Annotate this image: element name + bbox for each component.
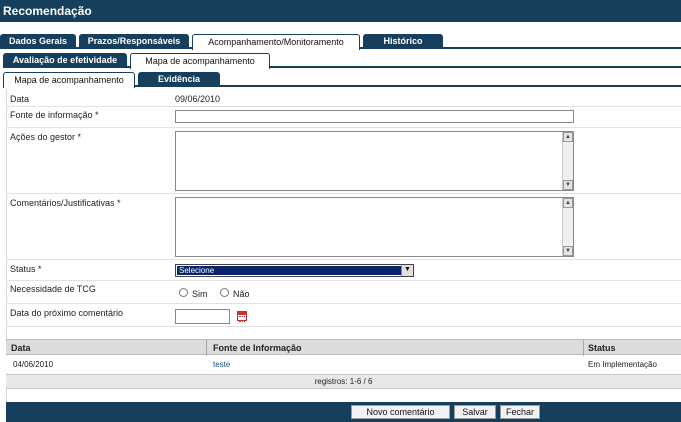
row-fonte: Fonte de informação * — [6, 107, 681, 128]
main-tabs: Dados Gerais Prazos/Responsáveis Acompan… — [0, 34, 681, 50]
inner-tabs: Mapa de acompanhamento Evidência — [3, 72, 681, 88]
table-header: Data Fonte de Informação Status — [6, 339, 681, 356]
row-tcg: Necessidade de TCG Sim Não — [6, 281, 681, 304]
scroll-up-icon[interactable]: ▲ — [563, 132, 573, 142]
tab-dados-gerais[interactable]: Dados Gerais — [0, 34, 76, 49]
comentarios-scrollbar[interactable]: ▲ ▼ — [562, 198, 573, 256]
row-proximo: Data do próximo comentário — [6, 304, 681, 327]
fechar-button[interactable]: Fechar — [500, 405, 540, 419]
header-fonte[interactable]: Fonte de Informação — [213, 343, 302, 353]
comentarios-label: Comentários/Justificativas * — [10, 198, 121, 208]
scroll-down-icon[interactable]: ▼ — [563, 180, 573, 190]
status-label: Status * — [10, 264, 42, 274]
status-select[interactable]: Selecione ▼ — [175, 264, 414, 277]
scroll-down-icon[interactable]: ▼ — [563, 246, 573, 256]
status-selected-value: Selecione — [177, 266, 401, 275]
column-divider — [583, 340, 584, 356]
proximo-date-input[interactable] — [175, 309, 230, 324]
acoes-textarea[interactable]: ▲ ▼ — [175, 131, 574, 191]
tcg-nao-label: Não — [233, 289, 250, 299]
table-row[interactable]: 04/06/2010 teste Em Implementação — [6, 356, 681, 373]
header-status[interactable]: Status — [588, 343, 616, 353]
comentarios-textarea[interactable]: ▲ ▼ — [175, 197, 574, 257]
window-title: Recomendação — [0, 0, 681, 22]
row-status: Status * Selecione ▼ — [6, 260, 681, 281]
tcg-label: Necessidade de TCG — [10, 284, 96, 294]
acoes-label: Ações do gestor * — [10, 132, 82, 142]
acoes-scrollbar[interactable]: ▲ ▼ — [562, 132, 573, 190]
action-bar: Novo comentário Salvar Fechar — [6, 402, 681, 422]
tcg-sim-label: Sim — [192, 289, 208, 299]
data-value: 09/06/2010 — [175, 94, 221, 104]
tab-acompanhamento-monitoramento[interactable]: Acompanhamento/Monitoramento — [192, 34, 360, 50]
tab-prazos-responsaveis[interactable]: Prazos/Responsáveis — [79, 34, 189, 49]
data-label: Data — [10, 94, 30, 104]
proximo-label: Data do próximo comentário — [10, 308, 124, 318]
tcg-nao-radio[interactable] — [220, 288, 229, 297]
row-status-cell: Em Implementação — [588, 360, 657, 369]
tab-evidencia[interactable]: Evidência — [138, 72, 220, 87]
fonte-input[interactable] — [175, 110, 574, 123]
column-divider — [206, 340, 207, 356]
row-comentarios: Comentários/Justificativas * ▲ ▼ — [6, 194, 681, 260]
row-data-cell: 04/06/2010 — [13, 360, 54, 369]
scroll-up-icon[interactable]: ▲ — [563, 198, 573, 208]
tcg-sim-radio[interactable] — [179, 288, 188, 297]
table-footer: registros: 1-6 / 6 — [6, 374, 681, 389]
header-data[interactable]: Data — [11, 343, 31, 353]
tab-avaliacao-efetividade[interactable]: Avaliação de efetividade — [3, 53, 127, 68]
tab-inner-mapa[interactable]: Mapa de acompanhamento — [3, 72, 135, 88]
calendar-icon[interactable] — [237, 311, 247, 322]
tab-mapa-acompanhamento[interactable]: Mapa de acompanhamento — [130, 53, 270, 69]
novo-comentario-button[interactable]: Novo comentário — [351, 405, 450, 419]
salvar-button[interactable]: Salvar — [454, 405, 496, 419]
sub-tabs: Avaliação de efetividade Mapa de acompan… — [3, 53, 681, 69]
row-acoes: Ações do gestor * ▲ ▼ — [6, 128, 681, 194]
fonte-label: Fonte de informação * — [10, 110, 99, 120]
tab-historico[interactable]: Histórico — [363, 34, 443, 49]
row-data: Data 09/06/2010 — [6, 91, 681, 107]
row-fonte-link[interactable]: teste — [213, 360, 230, 369]
chevron-down-icon[interactable]: ▼ — [401, 265, 413, 276]
